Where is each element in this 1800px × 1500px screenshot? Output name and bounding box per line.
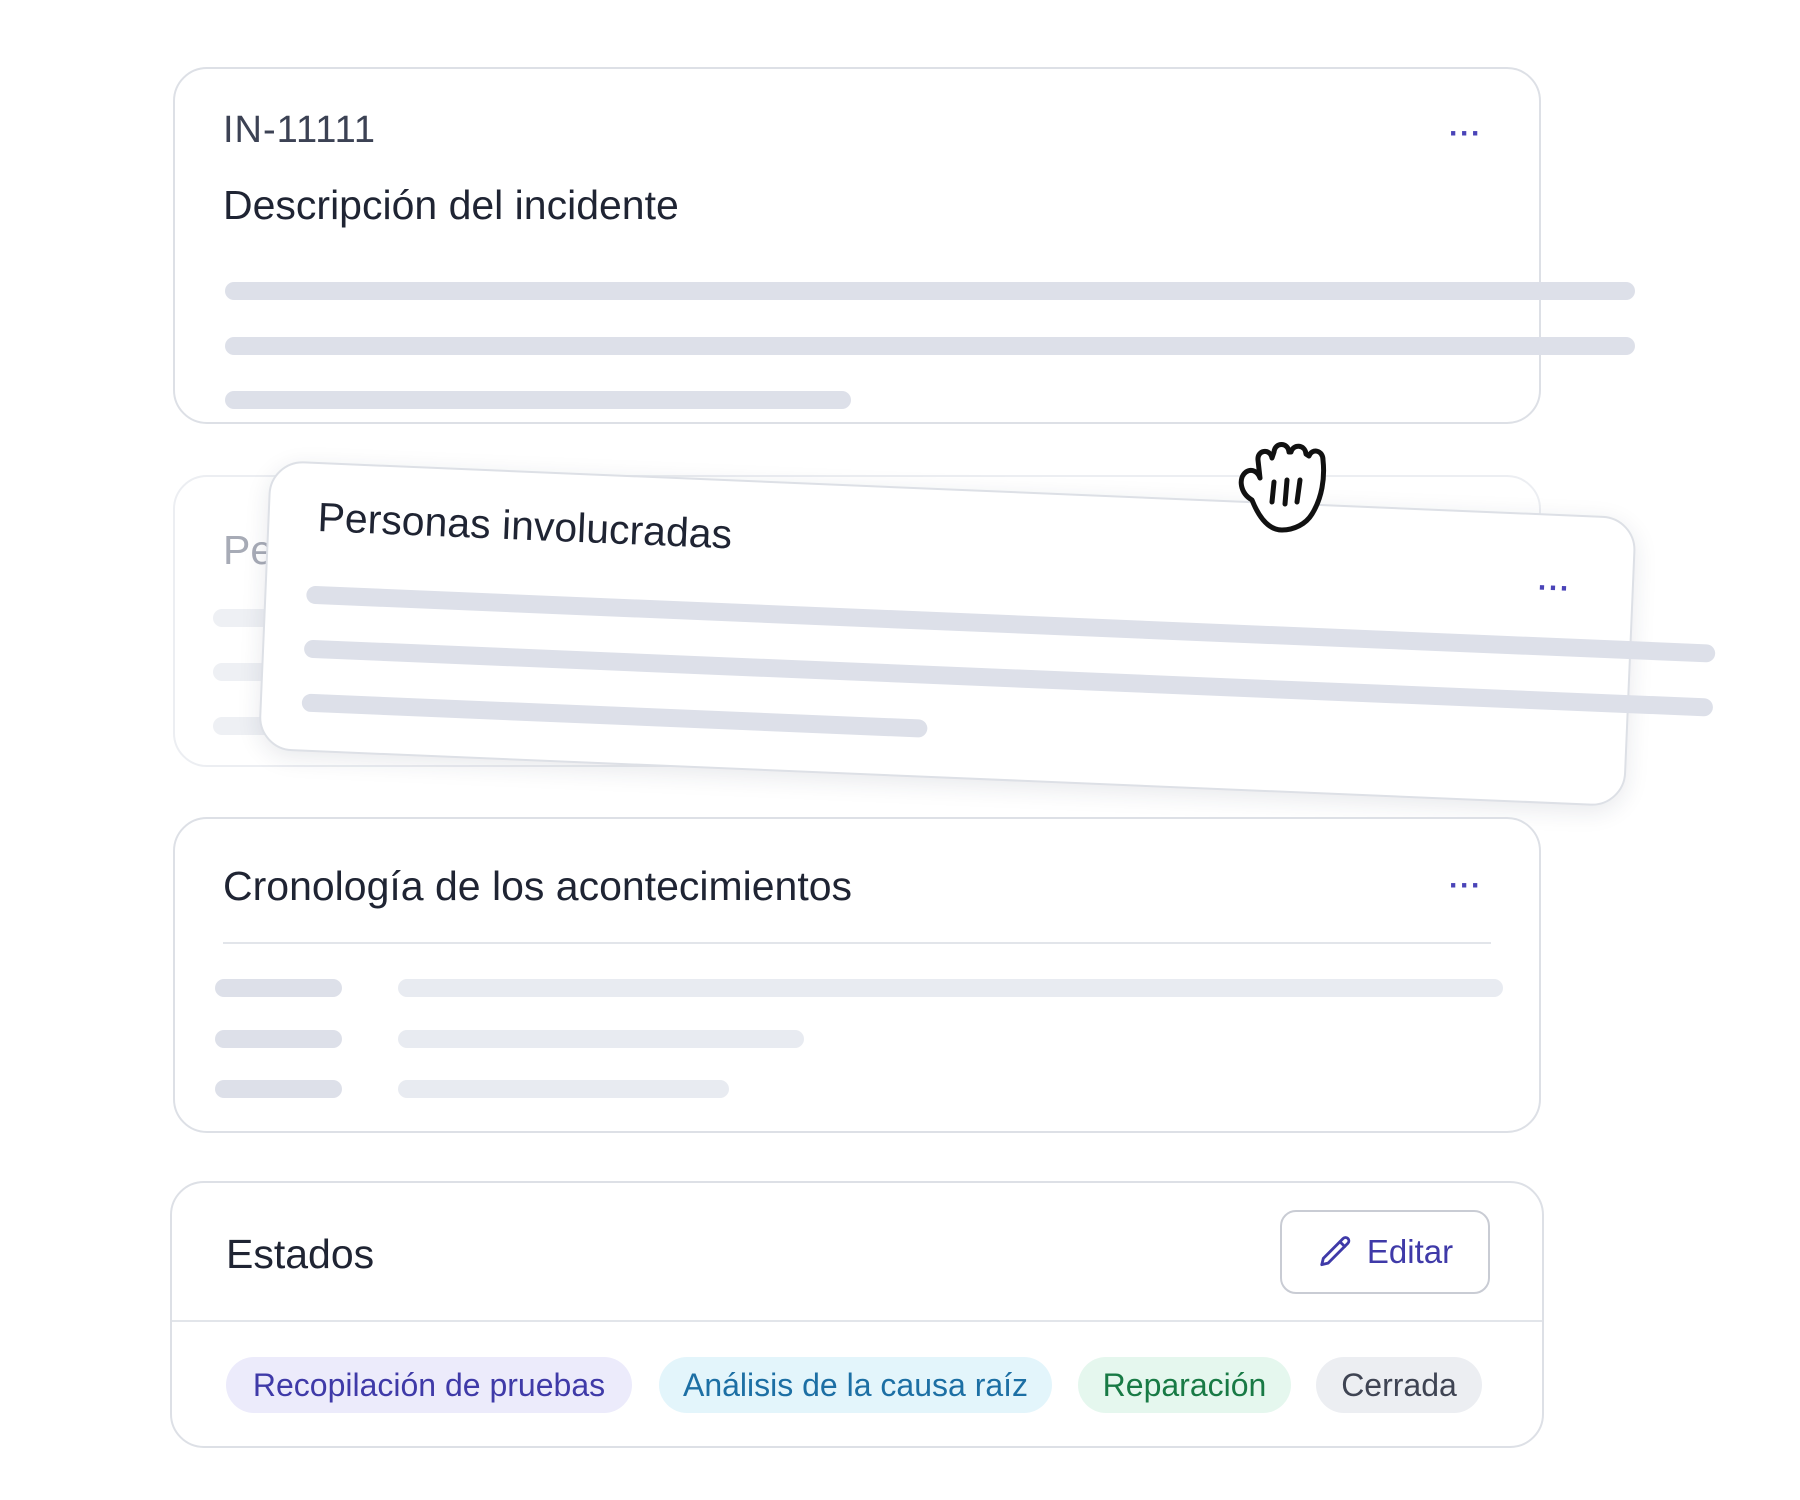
timeline-card[interactable]: Cronología de los acontecimientos ··· (173, 817, 1541, 1133)
text-placeholder-line (301, 693, 928, 738)
incident-id: IN-11111 (223, 109, 377, 151)
timeline-text-placeholder (398, 1080, 729, 1098)
state-pill-closed[interactable]: Cerrada (1316, 1357, 1482, 1413)
state-pill-evidence-collection[interactable]: Recopilación de pruebas (226, 1357, 632, 1413)
timeline-date-placeholder (215, 1030, 342, 1048)
text-placeholder-line (225, 337, 1635, 355)
timeline-title: Cronología de los acontecimientos (223, 863, 853, 909)
more-options-icon[interactable]: ··· (1537, 571, 1571, 605)
grab-hand-icon (1238, 442, 1327, 533)
more-options-icon[interactable]: ··· (1449, 119, 1482, 149)
divider (172, 1320, 1542, 1322)
timeline-text-placeholder (398, 979, 1503, 997)
incident-description-title: Descripción del incidente (223, 182, 679, 228)
edit-button-label: Editar (1366, 1233, 1454, 1270)
timeline-date-placeholder (215, 979, 342, 997)
timeline-text-placeholder (398, 1030, 804, 1048)
states-title: Estados (226, 1231, 375, 1277)
pencil-icon (1320, 1236, 1351, 1267)
text-placeholder-line (225, 391, 851, 409)
timeline-date-placeholder (215, 1080, 342, 1098)
more-options-icon[interactable]: ··· (1449, 871, 1482, 901)
divider (223, 942, 1491, 944)
state-pill-repair[interactable]: Reparación (1078, 1357, 1291, 1413)
people-involved-card[interactable]: Personas involucradas ··· (257, 460, 1716, 808)
people-involved-title: Personas involucradas (316, 494, 734, 558)
states-card: Estados Editar Recopilación de pruebas A… (170, 1181, 1544, 1448)
incident-description-card[interactable]: IN-11111 Descripción del incidente ··· (173, 67, 1635, 424)
edit-button[interactable]: Editar (1280, 1210, 1490, 1294)
state-pill-root-cause-analysis[interactable]: Análisis de la causa raíz (659, 1357, 1052, 1413)
text-placeholder-line (225, 282, 1635, 300)
